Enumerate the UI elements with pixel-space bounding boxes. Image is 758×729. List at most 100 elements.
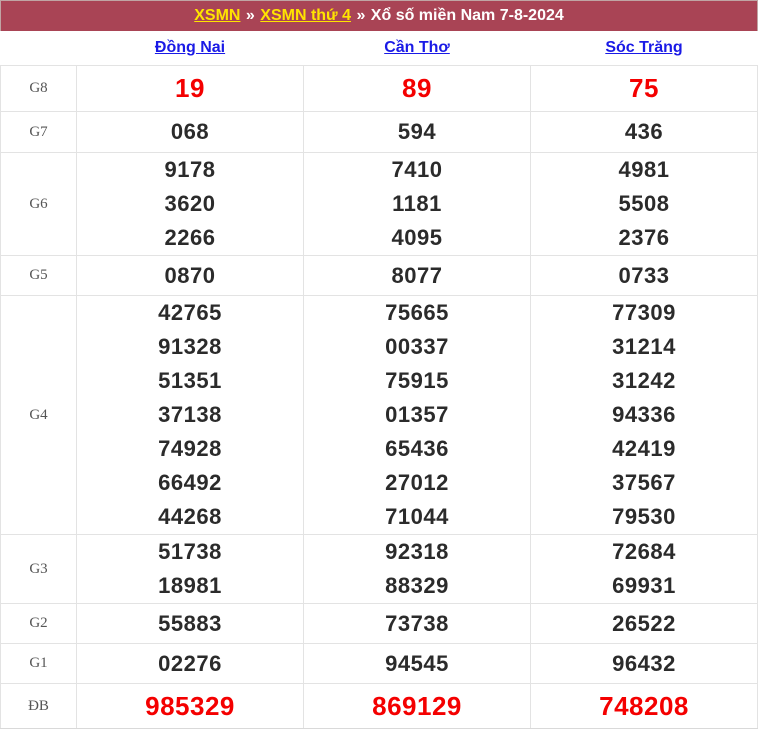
prize-number: 51351 (158, 368, 222, 393)
prize-number: 44268 (158, 504, 222, 529)
prize-number: 4981 (618, 157, 670, 182)
table-row: ĐB 985329 869129 748208 (0, 683, 758, 729)
prize-number: 31214 (612, 334, 676, 359)
prize-cell: 19 (76, 65, 304, 112)
breadcrumb-separator-2: » (356, 7, 366, 24)
prize-number: 37567 (612, 470, 676, 495)
prize-label-g3: G3 (0, 534, 77, 604)
prize-cell: 8077 (303, 255, 531, 296)
prize-cell: 02276 (76, 643, 304, 684)
table-row: G1 02276 94545 96432 (0, 643, 758, 684)
prize-number: 94336 (612, 402, 676, 427)
prize-label-g4: G4 (0, 295, 77, 535)
prize-cell: 94545 (303, 643, 531, 684)
prize-number: 2376 (618, 225, 670, 250)
prize-cell: 77309 31214 31242 94336 42419 37567 79530 (530, 295, 758, 535)
prize-cell: 0870 (76, 255, 304, 296)
prize-cell: 0733 (530, 255, 758, 296)
prize-number: 73738 (385, 611, 449, 636)
prize-number: 1181 (392, 191, 442, 216)
prize-number: 72684 (612, 539, 676, 564)
prize-cell: 75 (530, 65, 758, 112)
prize-cell: 42765 91328 51351 37138 74928 66492 44268 (76, 295, 304, 535)
prize-number: 65436 (385, 436, 449, 461)
prize-cell: 51738 18981 (76, 534, 304, 604)
table-row: G6 9178 3620 2266 7410 1181 4095 4981 5508 2376 (0, 152, 758, 256)
breadcrumb-link-xsmn[interactable]: XSMN (194, 7, 240, 24)
province-link-dong-nai[interactable]: Đồng Nai (155, 39, 225, 56)
prize-number: 9178 (164, 157, 216, 182)
prize-number: 75915 (385, 368, 449, 393)
prize-number: 00337 (385, 334, 449, 359)
prize-cell: 9178 3620 2266 (76, 152, 304, 256)
province-link-can-tho[interactable]: Cần Thơ (384, 39, 450, 56)
prize-cell: 96432 (530, 643, 758, 684)
prize-cell: 4981 5508 2376 (530, 152, 758, 256)
prize-number: 3620 (164, 191, 216, 216)
prize-cell: 594 (303, 111, 531, 153)
prize-number: 02276 (158, 651, 222, 676)
prize-number: 71044 (385, 504, 449, 529)
prize-number: 31242 (612, 368, 676, 393)
table-corner-cell (0, 31, 77, 66)
prize-number: 88329 (385, 573, 449, 598)
province-header-1: Đồng Nai (76, 31, 304, 66)
prize-number: 8077 (391, 263, 443, 288)
prize-cell: 92318 88329 (303, 534, 531, 604)
province-header-3: Sóc Trăng (530, 31, 758, 66)
prize-cell: 72684 69931 (530, 534, 758, 604)
prize-number: 7410 (391, 157, 443, 182)
prize-label-g5: G5 (0, 255, 77, 296)
prize-number: 5508 (618, 191, 670, 216)
table-row: G3 51738 18981 92318 88329 72684 69931 (0, 534, 758, 604)
prize-number: 66492 (158, 470, 222, 495)
prize-cell: 869129 (303, 683, 531, 729)
prize-number: 75 (629, 73, 659, 103)
table-header-row: Đồng Nai Cần Thơ Sóc Trăng (0, 31, 758, 66)
prize-number: 27012 (385, 470, 449, 495)
prize-number: 4095 (391, 225, 443, 250)
prize-number: 068 (170, 119, 210, 144)
prize-cell: 436 (530, 111, 758, 153)
prize-cell: 75665 00337 75915 01357 65436 27012 71044 (303, 295, 531, 535)
prize-number: 37138 (158, 402, 222, 427)
prize-number: 94545 (385, 651, 449, 676)
prize-number: 985329 (145, 691, 235, 721)
prize-number: 594 (397, 119, 437, 144)
prize-cell: 068 (76, 111, 304, 153)
prize-number: 2266 (164, 225, 216, 250)
breadcrumb-separator-1: » (245, 7, 255, 24)
prize-number: 91328 (158, 334, 222, 359)
table-row: G8 19 89 75 (0, 65, 758, 112)
prize-cell: 7410 1181 4095 (303, 152, 531, 256)
table-row: G7 068 594 436 (0, 111, 758, 153)
prize-cell: 985329 (76, 683, 304, 729)
prize-number: 75665 (385, 300, 449, 325)
prize-number: 74928 (158, 436, 222, 461)
prize-number: 79530 (612, 504, 676, 529)
prize-cell: 73738 (303, 603, 531, 644)
province-link-soc-trang[interactable]: Sóc Trăng (605, 39, 682, 56)
breadcrumb-link-xsmn-thu-4[interactable]: XSMN thứ 4 (260, 7, 351, 24)
prize-number: 92318 (385, 539, 449, 564)
table-row: G2 55883 73738 26522 (0, 603, 758, 644)
prize-number: 01357 (385, 402, 449, 427)
prize-cell: 748208 (530, 683, 758, 729)
table-row: G4 42765 91328 51351 37138 74928 66492 44268 756… (0, 295, 758, 535)
prize-rows: G8 19 89 75 G7 068 594 436 G6 9178 3620 2266 7410 118… (0, 65, 758, 729)
prize-number: 96432 (612, 651, 676, 676)
prize-number: 19 (175, 73, 205, 103)
prize-number: 18981 (158, 573, 222, 598)
prize-number: 42419 (612, 436, 676, 461)
table-row: G5 0870 8077 0733 (0, 255, 758, 296)
prize-number: 748208 (599, 691, 689, 721)
prize-label-đb: ĐB (0, 683, 77, 729)
breadcrumb: XSMN » XSMN thứ 4 » Xổ số miền Nam 7-8-2… (194, 8, 564, 24)
prize-number: 869129 (372, 691, 462, 721)
prize-number: 77309 (612, 300, 676, 325)
prize-cell: 55883 (76, 603, 304, 644)
prize-label-g1: G1 (0, 643, 77, 684)
prize-label-g2: G2 (0, 603, 77, 644)
lottery-results-table: Đồng Nai Cần Thơ Sóc Trăng G8 19 89 75 G7 068… (0, 31, 758, 729)
prize-number: 89 (402, 73, 432, 103)
